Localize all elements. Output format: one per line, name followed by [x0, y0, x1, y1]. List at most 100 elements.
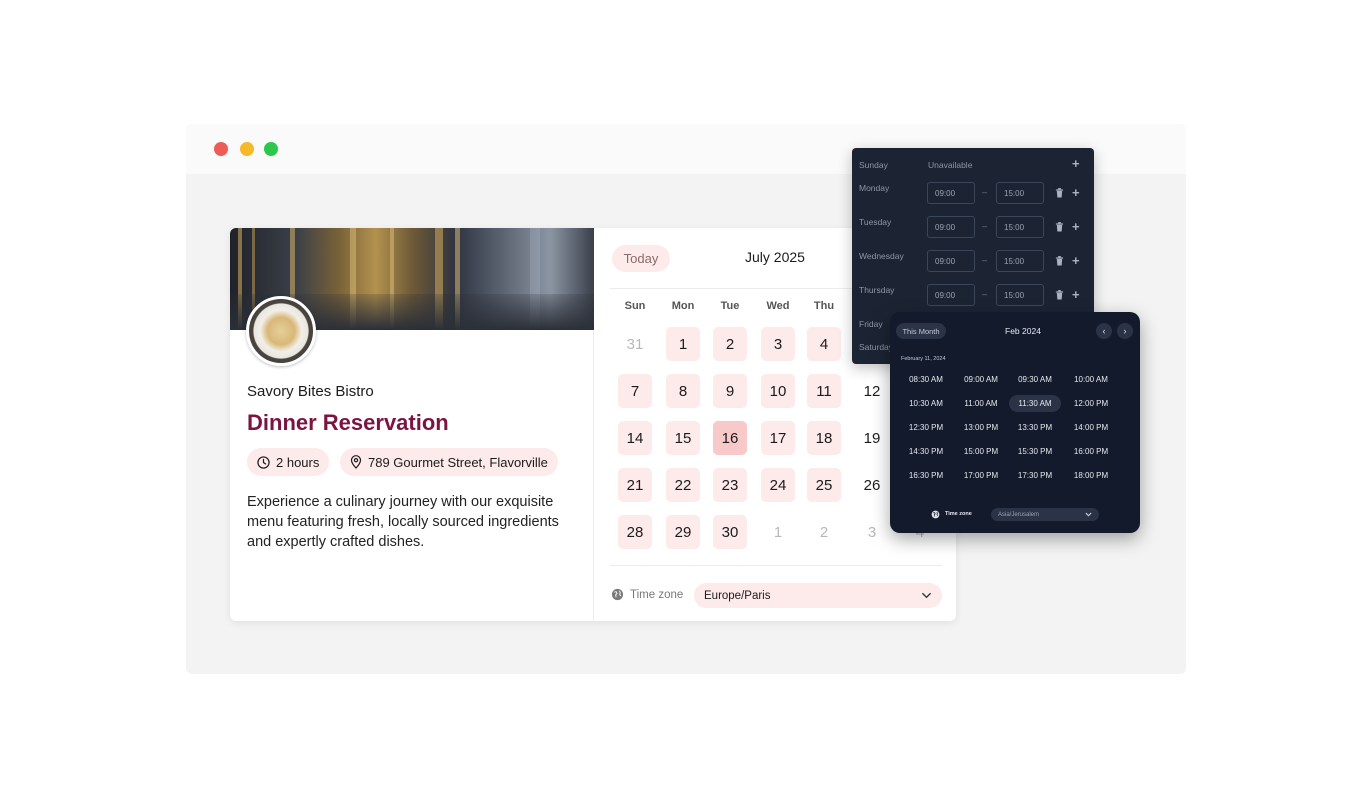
weekday-header: Tue [720, 300, 740, 312]
time-slot[interactable]: 09:30 AM [1009, 371, 1061, 388]
add-slot-button[interactable]: + [1072, 220, 1080, 233]
time-slot[interactable]: 15:00 PM [955, 443, 1007, 460]
trash-icon[interactable] [1055, 290, 1064, 300]
time-slot[interactable]: 17:30 PM [1009, 467, 1061, 484]
booking-card: Savory Bites Bistro Dinner Reservation 2… [230, 228, 956, 621]
time-slot[interactable]: 09:00 AM [955, 371, 1007, 388]
prev-month-button[interactable]: ‹ [1096, 323, 1112, 339]
calendar-day[interactable]: 18 [807, 421, 841, 455]
time-slot[interactable]: 10:00 AM [1065, 371, 1117, 388]
calendar-day-outside-month: 3 [867, 523, 877, 541]
time-slot[interactable]: 10:30 AM [900, 395, 952, 412]
this-month-button[interactable]: This Month [896, 323, 946, 339]
weekday-header: Mon [671, 300, 695, 312]
time-range-separator: – [982, 187, 988, 197]
event-details-panel: Savory Bites Bistro Dinner Reservation 2… [230, 228, 594, 621]
calendar-day[interactable]: 10 [761, 374, 795, 408]
add-slot-button[interactable]: + [1072, 288, 1080, 301]
calendar-day[interactable]: 28 [618, 515, 652, 549]
calendar-day[interactable]: 2 [713, 327, 747, 361]
calendar-day[interactable]: 3 [761, 327, 795, 361]
trash-icon[interactable] [1055, 222, 1064, 232]
trash-icon[interactable] [1055, 256, 1064, 266]
calendar-day[interactable]: 22 [666, 468, 700, 502]
availability-day-sunday: Sunday [859, 160, 888, 170]
time-slot[interactable]: 14:30 PM [900, 443, 952, 460]
map-pin-icon [350, 455, 362, 469]
calendar-day[interactable]: 15 [666, 421, 700, 455]
start-time-input[interactable]: 09:00 [927, 182, 975, 204]
event-title: Dinner Reservation [247, 410, 449, 435]
calendar-day-selected[interactable]: 16 [713, 421, 747, 455]
calendar-day-unavailable: 19 [863, 429, 881, 447]
today-button[interactable]: Today [612, 245, 670, 272]
unavailable-label: Unavailable [928, 160, 973, 170]
trash-icon[interactable] [1055, 188, 1064, 198]
end-time-input[interactable]: 15:00 [996, 182, 1044, 204]
weekday-header: Wed [766, 300, 790, 312]
start-time-input[interactable]: 09:00 [927, 216, 975, 238]
time-slot[interactable]: 16:00 PM [1065, 443, 1117, 460]
end-time-input[interactable]: 15:00 [996, 216, 1044, 238]
availability-day-friday: Friday [859, 319, 883, 329]
calendar-day[interactable]: 1 [666, 327, 700, 361]
time-slot[interactable]: 16:30 PM [900, 467, 952, 484]
weekday-header: Sun [624, 300, 646, 312]
calendar-day[interactable]: 30 [713, 515, 747, 549]
time-slot[interactable]: 13:00 PM [955, 419, 1007, 436]
time-slot[interactable]: 17:00 PM [955, 467, 1007, 484]
time-slot[interactable]: 15:30 PM [1009, 443, 1061, 460]
calendar-day[interactable]: 14 [618, 421, 652, 455]
dish-avatar [246, 296, 316, 366]
timezone-select[interactable]: Europe/Paris [694, 583, 942, 608]
time-slot[interactable]: 11:00 AM [955, 395, 1007, 412]
picker-date-label: February 11, 2024 [901, 356, 946, 362]
start-time-input[interactable]: 09:00 [927, 284, 975, 306]
calendar-day[interactable]: 4 [807, 327, 841, 361]
divider [610, 565, 942, 566]
minimize-window-button[interactable] [240, 142, 254, 156]
availability-day-saturday: Saturday [859, 342, 894, 352]
calendar-day-outside-month: 2 [819, 523, 829, 541]
weekday-header: Thu [813, 300, 835, 312]
add-slot-button[interactable]: + [1072, 157, 1080, 170]
start-time-input[interactable]: 09:00 [927, 250, 975, 272]
next-month-button[interactable]: › [1117, 323, 1133, 339]
calendar-day[interactable]: 9 [713, 374, 747, 408]
calendar-day[interactable]: 24 [761, 468, 795, 502]
time-slot[interactable]: 08:30 AM [900, 371, 952, 388]
add-slot-button[interactable]: + [1072, 186, 1080, 199]
time-slot[interactable]: 12:00 PM [1065, 395, 1117, 412]
time-slot[interactable]: 18:00 PM [1065, 467, 1117, 484]
picker-timezone-value: Asia/Jerusalem [998, 511, 1040, 518]
time-slot[interactable]: 12:30 PM [900, 419, 952, 436]
calendar-day[interactable]: 21 [618, 468, 652, 502]
globe-icon [931, 510, 940, 519]
calendar-day[interactable]: 25 [807, 468, 841, 502]
end-time-input[interactable]: 15:00 [996, 284, 1044, 306]
duration-badge: 2 hours [247, 448, 330, 476]
chevron-down-icon [1085, 512, 1092, 517]
calendar-day[interactable]: 17 [761, 421, 795, 455]
calendar-day[interactable]: 11 [807, 374, 841, 408]
close-window-button[interactable] [214, 142, 228, 156]
calendar-day[interactable]: 7 [618, 374, 652, 408]
end-time-input[interactable]: 15:00 [996, 250, 1044, 272]
time-slot[interactable]: 14:00 PM [1065, 419, 1117, 436]
maximize-window-button[interactable] [264, 142, 278, 156]
time-slot[interactable]: 13:30 PM [1009, 419, 1061, 436]
picker-timezone-select[interactable]: Asia/Jerusalem [991, 508, 1099, 521]
venue-name: Savory Bites Bistro [247, 383, 374, 400]
chevron-down-icon [922, 592, 931, 599]
globe-icon [611, 588, 624, 601]
time-slot-selected[interactable]: 11:30 AM [1009, 395, 1061, 412]
calendar-day-outside-month: 31 [626, 335, 644, 353]
clock-icon [257, 455, 270, 469]
time-range-separator: – [982, 289, 988, 299]
add-slot-button[interactable]: + [1072, 254, 1080, 267]
calendar-day[interactable]: 29 [666, 515, 700, 549]
picker-month-label: Feb 2024 [1005, 326, 1041, 336]
availability-day-label: Monday [859, 183, 890, 193]
calendar-day[interactable]: 8 [666, 374, 700, 408]
calendar-day[interactable]: 23 [713, 468, 747, 502]
